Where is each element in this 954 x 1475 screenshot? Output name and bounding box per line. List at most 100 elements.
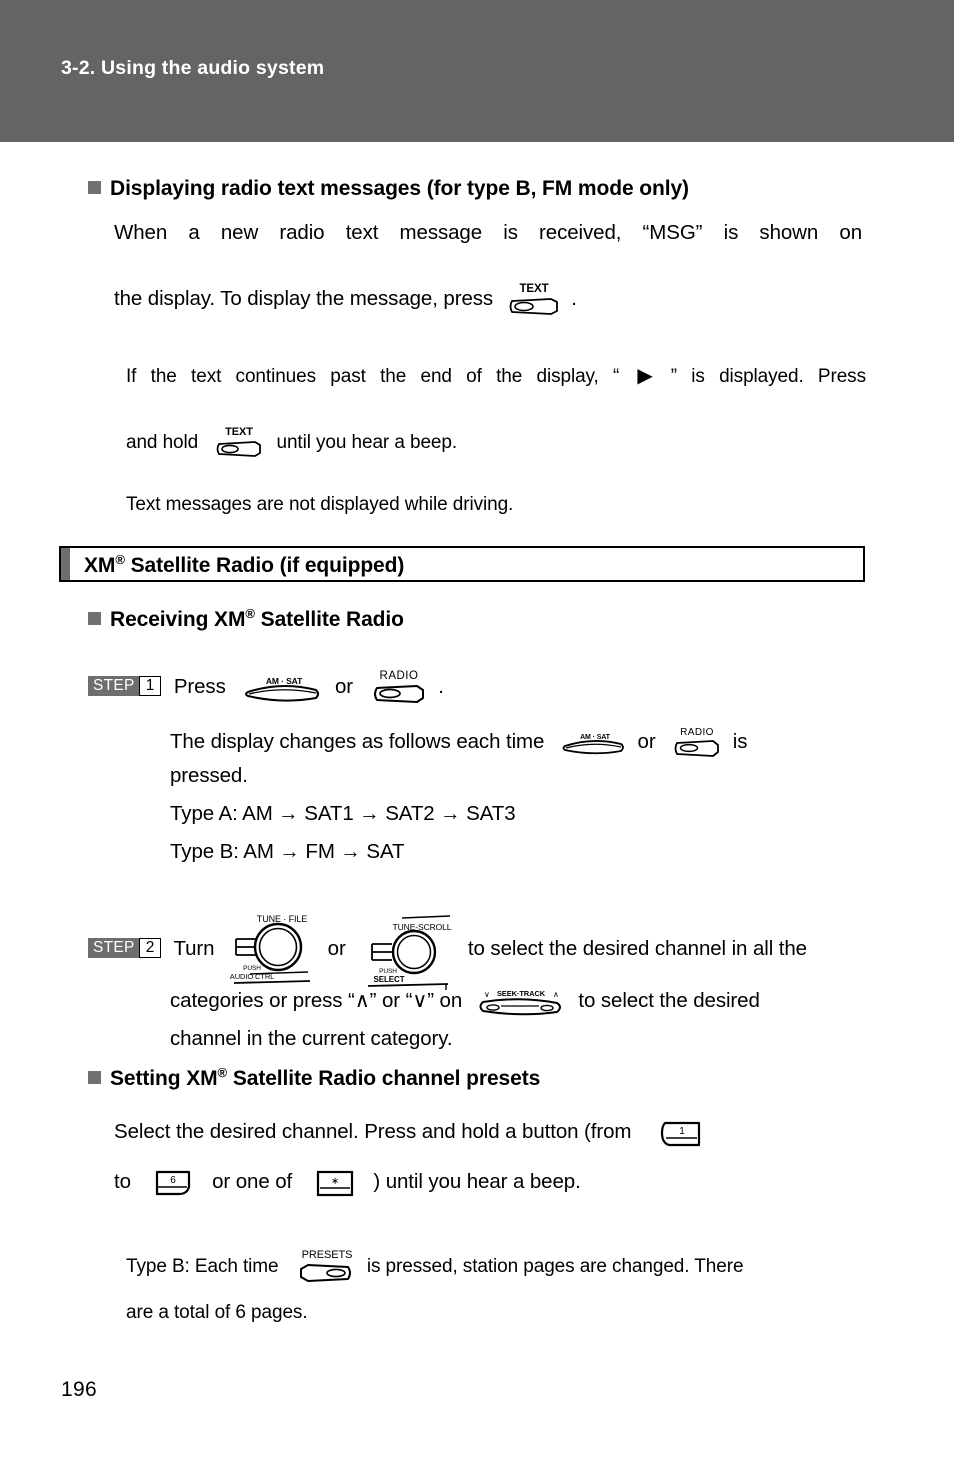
- svg-text:TEXT: TEXT: [225, 426, 253, 438]
- am-sat-button-icon[interactable]: AM · SAT: [560, 728, 626, 758]
- svg-text:6: 6: [170, 1175, 176, 1186]
- presets-line1-text: Select the desired channel. Press and ho…: [114, 1120, 632, 1143]
- step-2-text-before: Turn: [173, 937, 215, 961]
- page-number: 196: [61, 1378, 97, 1401]
- preset-1-button-icon[interactable]: 1: [657, 1115, 703, 1151]
- text-button-icon[interactable]: TEXT: [214, 424, 264, 462]
- section-title-post: Satellite Radio (if equipped): [124, 554, 405, 577]
- page-header-band: 3-2. Using the audio system: [0, 0, 954, 142]
- tune-scroll-knob-icon[interactable]: TUNE-SCROLL PUSH SELECT: [362, 910, 454, 990]
- step-2-badge-word: STEP: [88, 938, 140, 958]
- step-1-badge: STEP 1: [88, 666, 162, 704]
- section-title: XM® Satellite Radio (if equipped): [84, 552, 404, 578]
- chapter-title: 3-2. Using the audio system: [61, 57, 325, 79]
- svg-text:∧: ∧: [553, 990, 559, 999]
- step-2-body-line2-b: to select the desired: [578, 989, 760, 1012]
- heading-receiving-xm: Receiving XM® Satellite Radio: [88, 606, 404, 632]
- svg-text:PRESETS: PRESETS: [301, 1249, 352, 1261]
- presets-line2: to 6 or one of ∗ ) until you hear a beep…: [114, 1163, 581, 1201]
- heading-displaying-radio-text-label: Displaying radio text messages (for type…: [110, 177, 689, 200]
- radio-text-paragraph-line2-before: the display. To display the message, pre…: [114, 287, 494, 311]
- step-1-text-mid: or: [334, 675, 353, 699]
- svg-text:∨: ∨: [484, 990, 490, 999]
- heading-displaying-radio-text: Displaying radio text messages (for type…: [88, 177, 689, 201]
- presets-note-line1: Type B: Each time PRESETS is pressed, st…: [126, 1245, 744, 1289]
- presets-note-a: Type B: Each time: [126, 1256, 279, 1278]
- svg-text:TEXT: TEXT: [519, 283, 548, 295]
- svg-text:1: 1: [679, 1126, 685, 1137]
- step-2-text-after: to select the desired channel in all the: [467, 937, 807, 961]
- heading-setting-presets-pre: Setting XM: [110, 1067, 218, 1090]
- radio-text-note-3: Text messages are not displayed while dr…: [126, 494, 514, 515]
- step-2-badge: STEP 2: [88, 928, 162, 966]
- radio-text-note-1-after: ” is displayed. Press: [670, 366, 866, 387]
- svg-text:PUSH: PUSH: [243, 965, 261, 972]
- step-1-body-line1: The display changes as follows each time…: [170, 723, 747, 763]
- heading-setting-presets: Setting XM® Satellite Radio channel pres…: [88, 1065, 540, 1091]
- radio-button-icon[interactable]: RADIO: [672, 723, 722, 763]
- step-2-text-mid: or: [327, 937, 346, 961]
- svg-text:∗: ∗: [331, 1176, 339, 1187]
- step-1-body-line1-a: The display changes as follows each time: [170, 730, 545, 754]
- presets-line2-c: ) until you hear a beep.: [373, 1170, 581, 1193]
- svg-text:RADIO: RADIO: [680, 727, 714, 738]
- svg-text:AM · SAT: AM · SAT: [266, 676, 303, 686]
- preset-star-button-icon[interactable]: ∗: [312, 1165, 358, 1201]
- step-2-row: STEP 2 Turn TUNE · FILE PUSH AUDIO CTRL o…: [88, 910, 807, 990]
- radio-text-note-1: If the text continues past the end of th…: [126, 358, 866, 431]
- preset-6-button-icon[interactable]: 6: [151, 1165, 197, 1201]
- seek-track-button-icon[interactable]: ∨ SEEK·TRACK ∧: [477, 985, 565, 1019]
- step-2-badge-number: 2: [138, 938, 162, 958]
- type-a-sequence: Type A: AM → SAT1 → SAT2 → SAT3: [170, 802, 516, 825]
- svg-text:PUSH: PUSH: [379, 968, 397, 975]
- presets-line2-a: to: [114, 1170, 131, 1193]
- step-1-body-line1-c: is: [732, 730, 748, 754]
- tune-file-knob-icon[interactable]: TUNE · FILE PUSH AUDIO CTRL: [230, 911, 316, 989]
- presets-line1: Select the desired channel. Press and ho…: [114, 1113, 703, 1151]
- step-1-body-line1-b: or: [637, 730, 656, 754]
- step-1-text-before: Press: [173, 675, 226, 699]
- radio-text-note-1-before: If the text continues past the end of th…: [126, 366, 620, 387]
- presets-button-icon[interactable]: PRESETS: [294, 1245, 356, 1289]
- radio-text-paragraph-line1: When a new radio text message is receive…: [114, 221, 862, 244]
- svg-text:TUNE-SCROLL: TUNE-SCROLL: [393, 922, 452, 932]
- radio-button-icon[interactable]: RADIO: [371, 666, 427, 710]
- radio-text-paragraph-line2-row: the display. To display the message, pre…: [114, 280, 874, 320]
- registered-mark-icon: ®: [245, 606, 255, 621]
- heading-receiving-xm-pre: Receiving XM: [110, 608, 246, 631]
- step-1-row: STEP 1 Press AM · SAT or RADIO .: [88, 666, 444, 710]
- bullet-square-icon: [88, 181, 101, 194]
- radio-text-note-2-before: and hold: [126, 432, 199, 454]
- radio-text-note-2: and hold TEXT until you hear a beep.: [126, 424, 457, 462]
- section-title-box: XM® Satellite Radio (if equipped): [59, 546, 865, 582]
- radio-text-paragraph: When a new radio text message is receive…: [114, 214, 862, 290]
- section-title-pre: XM: [84, 554, 116, 577]
- step-2-body-line3: channel in the current category.: [170, 1027, 453, 1050]
- step-2-body-line2: categories or press “∧” or “∨” on ∨ SEEK…: [170, 982, 760, 1020]
- svg-text:SEEK·TRACK: SEEK·TRACK: [497, 989, 546, 998]
- heading-setting-presets-post: Satellite Radio channel presets: [227, 1067, 541, 1090]
- step-1-body-line2: pressed.: [170, 764, 248, 787]
- am-sat-button-icon[interactable]: AM · SAT: [242, 671, 322, 705]
- bullet-square-icon: [88, 612, 101, 625]
- step-1-badge-number: 1: [138, 676, 162, 696]
- display-right-arrow-icon: ▶: [628, 365, 662, 387]
- svg-text:RADIO: RADIO: [379, 670, 418, 682]
- type-b-sequence: Type B: AM → FM → SAT: [170, 840, 405, 863]
- radio-text-paragraph-line2-after: .: [571, 287, 577, 311]
- step-1-badge-word: STEP: [88, 676, 140, 696]
- heading-receiving-xm-post: Satellite Radio: [254, 608, 404, 631]
- presets-note-b: is pressed, station pages are changed. T…: [366, 1256, 744, 1278]
- radio-text-note-2-after: until you hear a beep.: [276, 432, 458, 454]
- section-title-accent-bar: [61, 548, 70, 580]
- svg-text:TUNE · FILE: TUNE · FILE: [257, 914, 308, 924]
- presets-line2-b: or one of: [212, 1170, 293, 1193]
- text-button-icon[interactable]: TEXT: [507, 280, 561, 320]
- presets-note-line2: are a total of 6 pages.: [126, 1302, 308, 1323]
- bullet-square-icon: [88, 1071, 101, 1084]
- step-1-text-after: .: [438, 675, 444, 699]
- step-2-body-line2-a: categories or press “∧” or “∨” on: [170, 989, 463, 1012]
- registered-mark-icon: ®: [115, 552, 125, 567]
- registered-mark-icon: ®: [217, 1065, 228, 1080]
- svg-text:AM · SAT: AM · SAT: [580, 734, 611, 741]
